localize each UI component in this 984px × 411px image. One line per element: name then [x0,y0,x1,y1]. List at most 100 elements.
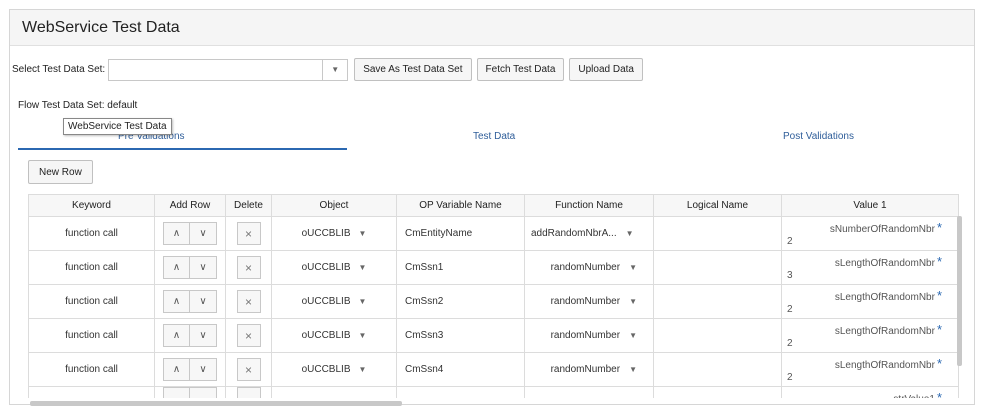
column-header-function-name: Function Name [524,194,654,217]
select-test-data-set-label: Select Test Data Set: [12,64,106,75]
chevron-up-icon[interactable]: ∧ [163,256,190,279]
function-name-select[interactable]: randomNumber ▼ [525,330,653,341]
object-select[interactable]: oUCCBLIB ▼ [302,262,367,273]
value-1-cell[interactable]: sLengthOfRandomNbr * 2 [782,285,958,318]
chevron-up-icon[interactable]: ∧ [163,222,190,245]
value-1-cell[interactable]: sLengthOfRandomNbr * 2 [782,353,958,386]
chevron-down-icon[interactable]: ∨ [190,358,217,381]
object-select[interactable] [271,386,397,398]
test-data-set-select[interactable] [108,58,324,81]
op-variable-cell[interactable]: CmSsn4 [396,352,525,387]
chevron-down-icon[interactable]: ∨ [190,324,217,347]
function-name-select[interactable] [524,386,654,398]
upload-data-button[interactable]: Upload Data [569,58,643,81]
op-variable-cell[interactable] [396,386,525,398]
fetch-test-data-button[interactable]: Fetch Test Data [476,58,565,81]
logical-name-cell[interactable] [653,386,782,398]
chevron-down-icon[interactable]: ▼ [358,331,366,340]
value-1-cell[interactable]: strValue1* [782,387,958,398]
chevron-up-icon[interactable]: ∧ [163,358,190,381]
required-asterisk-icon: * [936,356,942,371]
value-1-cell[interactable]: sLengthOfRandomNbr * 2 [782,319,958,352]
chevron-up-icon[interactable]: ∧ [163,290,190,313]
required-asterisk-icon: * [936,390,942,398]
function-name-select[interactable]: randomNumber ▼ [525,364,653,375]
column-header-object: Object [271,194,397,217]
close-icon[interactable]: × [236,290,261,313]
chevron-down-icon[interactable]: ∨ [190,256,217,279]
close-icon[interactable]: × [236,222,261,245]
value-input[interactable]: 3 [787,270,793,281]
function-name-select[interactable]: randomNumber ▼ [525,262,653,273]
chevron-down-icon[interactable]: ▼ [629,297,637,306]
required-asterisk-icon: * [936,322,942,337]
chevron-down-icon[interactable]: ∨ [190,290,217,313]
chevron-down-icon[interactable]: ▼ [358,365,366,374]
new-row-button[interactable]: New Row [28,160,93,184]
close-icon[interactable]: × [236,324,261,347]
chevron-down-icon[interactable]: ▼ [358,229,366,238]
value-param-name: sLengthOfRandomNbr [834,258,935,269]
object-select[interactable]: oUCCBLIB ▼ [302,364,367,375]
tooltip: WebService Test Data [63,118,172,135]
function-name-select[interactable]: randomNumber ▼ [525,296,653,307]
keyword-cell: function call [28,216,155,251]
value-param-name: sLengthOfRandomNbr [834,360,935,371]
chevron-down-icon[interactable]: ∨ [190,222,217,245]
value-input[interactable]: 2 [787,236,793,247]
page-title: WebService Test Data [22,18,180,36]
object-select[interactable]: oUCCBLIB ▼ [302,228,367,239]
chevron-up-icon[interactable]: ∧ [163,324,190,347]
close-icon[interactable]: × [236,256,261,279]
logical-name-cell[interactable] [653,352,782,387]
value-param-name: strValue1 [893,394,935,398]
chevron-down-icon[interactable]: ▼ [629,365,637,374]
title-bar: WebService Test Data [10,10,974,46]
required-asterisk-icon: * [936,254,942,269]
keyword-cell: function call [28,250,155,285]
tab-post-validations[interactable]: Post Validations [783,131,854,142]
logical-name-cell[interactable] [653,318,782,353]
object-select[interactable]: oUCCBLIB ▼ [302,296,367,307]
test-data-grid: Keyword Add Row Delete Object OP Variabl… [28,194,965,398]
logical-name-cell[interactable] [653,216,782,251]
chevron-down-icon[interactable]: ▼ [323,58,349,81]
function-name-select[interactable]: addRandomNbrA... ▼ [525,228,653,239]
test-data-set-controls: Select Test Data Set: ▼ Save As Test Dat… [12,58,648,81]
value-input[interactable]: 2 [787,338,793,349]
value-input[interactable]: 2 [787,304,793,315]
chevron-down-icon[interactable]: ▼ [629,263,637,272]
save-as-test-data-set-button[interactable]: Save As Test Data Set [354,58,472,81]
chevron-down-icon[interactable]: ▼ [358,297,366,306]
op-variable-cell[interactable]: CmEntityName [396,216,525,251]
op-variable-cell[interactable]: CmSsn1 [396,250,525,285]
vertical-scrollbar[interactable] [957,216,962,366]
chevron-down-icon[interactable] [190,387,217,398]
required-asterisk-icon: * [936,220,942,235]
close-icon[interactable]: × [236,358,261,381]
object-select[interactable]: oUCCBLIB ▼ [302,330,367,341]
close-icon[interactable] [236,387,261,398]
required-asterisk-icon: * [936,288,942,303]
column-header-value-1: Value 1 [781,194,959,217]
chevron-down-icon[interactable]: ▼ [358,263,366,272]
op-variable-cell[interactable]: CmSsn2 [396,284,525,319]
table-header-row: Keyword Add Row Delete Object OP Variabl… [28,194,959,217]
value-param-name: sNumberOfRandomNbr [829,224,935,235]
keyword-cell: function call [28,284,155,319]
table-row: function call ∧ ∨ × oUCCBLIB ▼ CmSsn2 rand… [28,284,959,319]
tab-test-data[interactable]: Test Data [473,131,515,142]
op-variable-cell[interactable]: CmSsn3 [396,318,525,353]
value-input[interactable]: 2 [787,372,793,383]
horizontal-scrollbar[interactable] [30,401,402,406]
chevron-down-icon[interactable]: ▼ [629,331,637,340]
value-1-cell[interactable]: sNumberOfRandomNbr * 2 [782,217,958,250]
active-tab-indicator [18,148,347,150]
value-1-cell[interactable]: sLengthOfRandomNbr * 3 [782,251,958,284]
logical-name-cell[interactable] [653,284,782,319]
column-header-add-row: Add Row [154,194,226,217]
table-row: function call ∧ ∨ × oUCCBLIB ▼ CmSsn1 rand… [28,250,959,285]
logical-name-cell[interactable] [653,250,782,285]
chevron-down-icon[interactable]: ▼ [626,229,634,238]
chevron-up-icon[interactable] [163,387,190,398]
